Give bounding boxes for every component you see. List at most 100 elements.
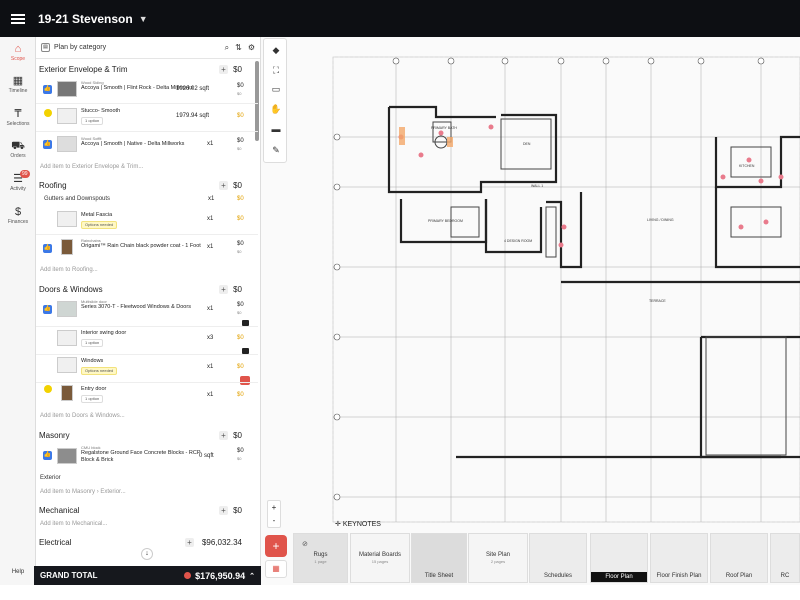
thumbs-up-icon[interactable]: 👍 <box>43 451 52 460</box>
nav-finances[interactable]: $ Finances <box>0 206 36 225</box>
help-link[interactable]: Help <box>0 569 36 575</box>
options-needed-tag[interactable]: Options needed <box>81 221 118 229</box>
list-item[interactable]: Stucco- Smooth 1 option 1979.94 sqft $0 <box>39 106 249 128</box>
scrollbar[interactable] <box>255 61 259 141</box>
group-title[interactable]: Exterior <box>40 475 61 481</box>
grid-view-icon[interactable]: ▦ <box>265 560 287 578</box>
add-button[interactable]: + <box>265 535 287 557</box>
plan-canvas[interactable]: PRIMARY BATH DEN WALL 1 PRIMARY BEDROOM … <box>261 37 800 600</box>
nav-selections[interactable]: ₸ Selections <box>0 108 36 127</box>
plan-by-category-select[interactable]: Plan by category <box>54 44 106 51</box>
thumbs-up-icon[interactable]: 👍 <box>43 85 52 94</box>
list-item[interactable]: Metal Fascia Options needed x1 $0 <box>39 209 249 231</box>
sheet-material-boards[interactable]: Material Boards 15 pages <box>350 533 410 583</box>
section-title[interactable]: Roofing <box>39 181 67 190</box>
section-title[interactable]: Electrical <box>39 538 71 547</box>
sheet-label: Roof Plan <box>725 573 753 579</box>
sheet-rc[interactable]: RC <box>770 533 800 583</box>
panel-header: ▤ Plan by category ⌕ ⇅ ⚙ <box>36 37 260 59</box>
search-icon[interactable]: ⌕ <box>225 43 229 53</box>
section-total: $96,032.34 <box>201 538 242 547</box>
add-item-link[interactable]: Add item to Roofing... <box>40 267 98 273</box>
add-item-link[interactable]: Add item to Doors & Windows... <box>40 413 125 419</box>
add-item-button[interactable]: + <box>219 285 228 294</box>
menu-icon[interactable] <box>0 0 36 37</box>
sheet-title-sheet[interactable]: Title Sheet <box>411 533 467 583</box>
option-tag[interactable]: 1 option <box>81 117 104 125</box>
list-item[interactable]: 👍 Multislide door Series 3070-T - Fleetw… <box>39 298 249 322</box>
list-item[interactable]: 👍 CMU block Regalstone Ground Face Concr… <box>39 444 249 468</box>
sheet-label: Schedules <box>543 573 573 579</box>
room-label: KITCHEN <box>739 164 755 168</box>
sheet-rugs[interactable]: ⊘ Rugs 1 page <box>293 533 348 583</box>
alert-dot-icon <box>184 572 192 579</box>
list-item[interactable]: Windows Options needed x1 $0 <box>39 355 249 379</box>
measure-tool-icon[interactable]: ▬ <box>264 124 288 134</box>
section-title[interactable]: Mechanical <box>39 506 79 515</box>
zoom-in-button[interactable]: + <box>268 501 280 514</box>
add-item-link[interactable]: Add item to Masonry › Exterior... <box>40 489 126 495</box>
chevron-up-icon[interactable]: ⌃ <box>249 572 255 580</box>
add-item-button[interactable]: + <box>219 65 228 74</box>
grand-total-bar[interactable]: GRAND TOTAL $176,950.94 ⌃ <box>34 566 261 585</box>
nav-scope[interactable]: ⌂ Scope <box>0 43 36 62</box>
gear-icon[interactable]: ⚙ <box>248 43 255 53</box>
list-item[interactable]: 👍 Wood Siding Accoya | Smooth | Flint Ro… <box>39 79 249 101</box>
item-price: $0 <box>237 302 244 308</box>
add-item-button[interactable]: + <box>219 431 228 440</box>
nav-label: Finances <box>7 219 29 225</box>
thumbs-up-icon[interactable]: 👍 <box>43 140 52 149</box>
scroll-down-button[interactable]: ↓ <box>141 548 153 560</box>
add-item-button[interactable]: + <box>219 506 228 515</box>
floor-plan-drawing[interactable]: PRIMARY BATH DEN WALL 1 PRIMARY BEDROOM … <box>261 37 800 600</box>
calendar-icon: ▦ <box>12 75 24 87</box>
add-item-button[interactable]: + <box>185 538 194 547</box>
list-item[interactable]: Interior swing door 1 option x3 $0 <box>39 328 249 350</box>
room-label: PRIMARY BEDROOM <box>428 219 463 223</box>
section-title[interactable]: Doors & Windows <box>39 285 103 294</box>
thumbs-up-icon[interactable]: 👍 <box>43 305 52 314</box>
zoom-out-button[interactable]: - <box>268 514 280 527</box>
hand-tool-icon[interactable]: ✋ <box>264 104 288 115</box>
list-item[interactable]: Entry door 1 option x1 $0 <box>39 383 249 407</box>
layers-icon[interactable]: ◆ <box>264 45 288 56</box>
nav-activity[interactable]: ☰ 99 Activity <box>0 170 36 192</box>
sheet-floor-finish-plan[interactable]: Floor Finish Plan <box>650 533 708 583</box>
item-thumbnail <box>57 136 77 152</box>
section-title[interactable]: Exterior Envelope & Trim <box>39 65 127 74</box>
thumbs-up-icon[interactable]: 👍 <box>43 244 52 253</box>
sheet-floor-plan[interactable]: Floor Plan <box>590 533 648 583</box>
drawing-toolbar: ◆ ⛶ ▭ ✋ ▬ ✎ <box>263 38 287 163</box>
nav-orders[interactable]: ⛟ Orders <box>0 140 36 159</box>
options-needed-tag[interactable]: Options needed <box>81 367 118 375</box>
add-item-link[interactable]: Add item to Mechanical... <box>40 521 107 527</box>
list-item[interactable]: 👍 Wood Soffit Accoya | Smooth | Native -… <box>39 134 249 156</box>
add-item-link[interactable]: Add item to Exterior Envelope & Trim... <box>40 164 143 170</box>
nav-timeline[interactable]: ▦ Timeline <box>0 75 36 94</box>
keynotes-label[interactable]: ✛ KEYNOTES <box>335 520 381 528</box>
option-tag[interactable]: 1 option <box>81 395 104 403</box>
list-item[interactable]: 👍 Rainchains Origami™ Rain Chain black p… <box>39 237 249 261</box>
divider <box>36 103 258 104</box>
item-price: $0 <box>237 448 244 454</box>
project-selector[interactable]: 19-21 Stevenson ▼ <box>38 12 148 26</box>
add-item-button[interactable]: + <box>219 181 228 190</box>
bottom-strip <box>0 585 800 600</box>
item-thumbnail <box>57 211 77 227</box>
sheet-site-plan[interactable]: Site Plan 2 pages <box>468 533 528 583</box>
sheet-schedules[interactable]: Schedules <box>529 533 587 583</box>
comment-tool-icon[interactable]: ▭ <box>264 84 288 95</box>
group-title[interactable]: Gutters and Downspouts <box>44 196 110 202</box>
item-qty: x1 <box>208 196 215 202</box>
project-name: 19-21 Stevenson <box>38 11 133 26</box>
item-subprice: $0 <box>237 146 242 151</box>
fit-screen-icon[interactable]: ⛶ <box>264 65 288 76</box>
sheet-roof-plan[interactable]: Roof Plan <box>710 533 768 583</box>
pen-tool-icon[interactable]: ✎ <box>264 145 288 156</box>
item-thumbnail <box>61 239 73 255</box>
item-thumbnail <box>57 330 77 346</box>
sort-icon[interactable]: ⇅ <box>235 43 242 53</box>
option-tag[interactable]: 1 option <box>81 339 104 347</box>
section-title[interactable]: Masonry <box>39 431 70 440</box>
sheet-label: Rugs <box>313 552 328 558</box>
